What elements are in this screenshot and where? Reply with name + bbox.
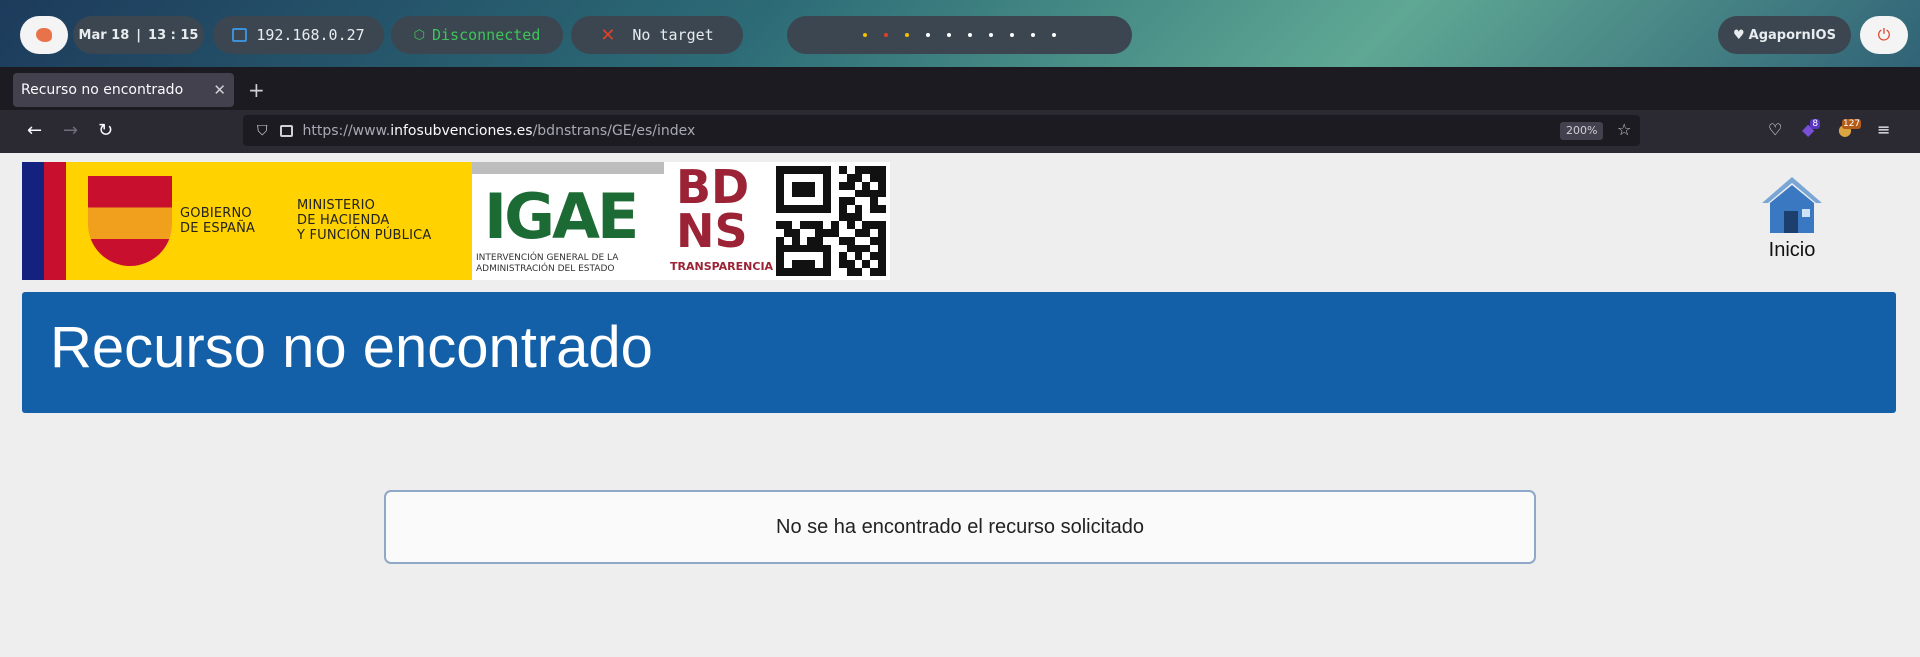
igae-logo: IGAE INTERVENCIÓN GENERAL DE LA ADMINIST… [472, 162, 664, 280]
workspace-dot[interactable] [968, 33, 972, 37]
error-message: No se ha encontrado el recurso solicitad… [776, 515, 1144, 538]
house-icon [1762, 177, 1822, 233]
gobierno-logo: GOBIERNO DE ESPAÑA MINISTERIO DE HACIEND… [22, 162, 472, 280]
nav-toolbar: ← → ↻ ⛉ https://www.infosubvenciones.es/… [0, 110, 1920, 153]
workspace-dot[interactable] [989, 33, 993, 37]
arrow-right-icon: → [63, 120, 79, 141]
home-label: Inicio [1768, 239, 1816, 261]
network-icon [232, 28, 248, 42]
ip-address: 192.168.0.27 [256, 26, 365, 44]
logo-gobierno-text: GOBIERNO DE ESPAÑA [180, 206, 256, 236]
reload-button[interactable]: ↻ [98, 120, 113, 141]
workspace-dot[interactable] [863, 33, 867, 37]
qr-code [772, 162, 890, 280]
close-tab-icon[interactable]: ✕ [213, 81, 226, 99]
tab-strip: Recurso no encontrado ✕ + [0, 67, 1920, 110]
workspace-dot[interactable] [1031, 33, 1035, 37]
time-label: 13 : 15 [148, 27, 199, 43]
tab-active[interactable]: Recurso no encontrado ✕ [13, 73, 234, 107]
arrow-left-icon: ← [27, 120, 43, 141]
workspace-dot[interactable] [1010, 33, 1014, 37]
heart-icon: ♥ [1733, 27, 1745, 43]
workspace-switcher[interactable] [787, 16, 1132, 54]
close-x-icon: ✕ [600, 24, 616, 46]
vpn-status: Disconnected [431, 26, 541, 44]
home-link[interactable]: Inicio [1757, 173, 1827, 262]
message-box: No se ha encontrado el recurso solicitad… [384, 490, 1536, 564]
web-page: GOBIERNO DE ESPAÑA MINISTERIO DE HACIEND… [0, 153, 1920, 657]
header-logos: GOBIERNO DE ESPAÑA MINISTERIO DE HACIEND… [22, 162, 902, 280]
vpn-status-widget[interactable]: ⬡ Disconnected [391, 16, 563, 54]
igae-top-bar [472, 162, 664, 174]
user-widget[interactable]: ♥ AgapornIOS [1718, 16, 1851, 54]
app-menu-button[interactable] [20, 16, 68, 54]
bdns-logo: BD NS TRANSPARENCIA [664, 162, 774, 280]
parrot-logo-icon [36, 28, 52, 42]
igae-logo-text: IGAE [484, 180, 639, 253]
extension-1-badge: 8 [1810, 119, 1821, 129]
extension-1-icon[interactable]: ◆8 [1802, 119, 1824, 139]
datetime-widget: Mar 18 | 13 : 15 [73, 16, 204, 54]
power-button[interactable]: ⏻ [1860, 16, 1908, 54]
new-tab-button[interactable]: + [248, 78, 265, 102]
workspace-dot[interactable] [884, 33, 888, 37]
bookmark-star-icon[interactable]: ☆ [1617, 120, 1631, 139]
workspace-dot[interactable] [947, 33, 951, 37]
logo-ministerio-text: MINISTERIO DE HACIENDA Y FUNCIÓN PÚBLICA [297, 198, 432, 243]
url-prefix: https://www. [302, 122, 391, 139]
eu-flag-stripe [22, 162, 44, 280]
workspace-dot[interactable] [905, 33, 909, 37]
plus-icon: + [248, 78, 265, 102]
ip-widget[interactable]: 192.168.0.27 [213, 16, 384, 54]
bdns-text-3: TRANSPARENCIA [670, 260, 774, 273]
url-bar[interactable]: ⛉ https://www.infosubvenciones.es/bdnstr… [243, 115, 1640, 146]
vpn-cube-icon: ⬡ [413, 27, 425, 43]
datetime-separator: | [136, 27, 142, 43]
workspace-dot[interactable] [926, 33, 930, 37]
username: AgapornIOS [1748, 27, 1836, 43]
pocket-icon[interactable]: ♡ [1768, 120, 1782, 139]
bdns-text-2: NS [676, 204, 748, 258]
back-button[interactable]: ← [27, 120, 42, 141]
page-title: Recurso no encontrado [50, 315, 653, 380]
browser-window: Recurso no encontrado ✕ + ← → ↻ ⛉ https:… [0, 67, 1920, 657]
lock-icon [279, 124, 293, 137]
workspace-dot[interactable] [1052, 33, 1056, 37]
target-widget[interactable]: ✕ No target [571, 16, 743, 54]
url-domain: infosubvenciones.es [390, 122, 533, 139]
extension-2-icon[interactable]: ●127 [1838, 119, 1871, 139]
igae-subtitle: INTERVENCIÓN GENERAL DE LA ADMINISTRACIÓ… [476, 253, 619, 274]
url-path: /bdnstrans/GE/es/index [532, 122, 696, 139]
extension-2-badge: 127 [1841, 119, 1862, 129]
forward-button[interactable]: → [63, 120, 78, 141]
power-icon: ⏻ [1877, 25, 1891, 44]
shield-icon: ⛉ [257, 122, 268, 139]
workspace-dots [863, 33, 1056, 37]
url-text: https://www.infosubvenciones.es/bdnstran… [303, 123, 696, 139]
system-topbar: Mar 18 | 13 : 15 192.168.0.27 ⬡ Disconne… [0, 0, 1920, 67]
coat-of-arms-icon [88, 176, 172, 266]
date-label: Mar 18 [78, 27, 130, 43]
page-title-banner: Recurso no encontrado [22, 292, 1896, 413]
target-status: No target [632, 26, 714, 44]
hamburger-menu-icon[interactable]: ≡ [1877, 120, 1890, 139]
spain-flag-stripe [44, 162, 66, 280]
reload-icon: ↻ [98, 120, 114, 141]
zoom-indicator[interactable]: 200% [1560, 122, 1604, 140]
tab-title: Recurso no encontrado [21, 82, 184, 98]
